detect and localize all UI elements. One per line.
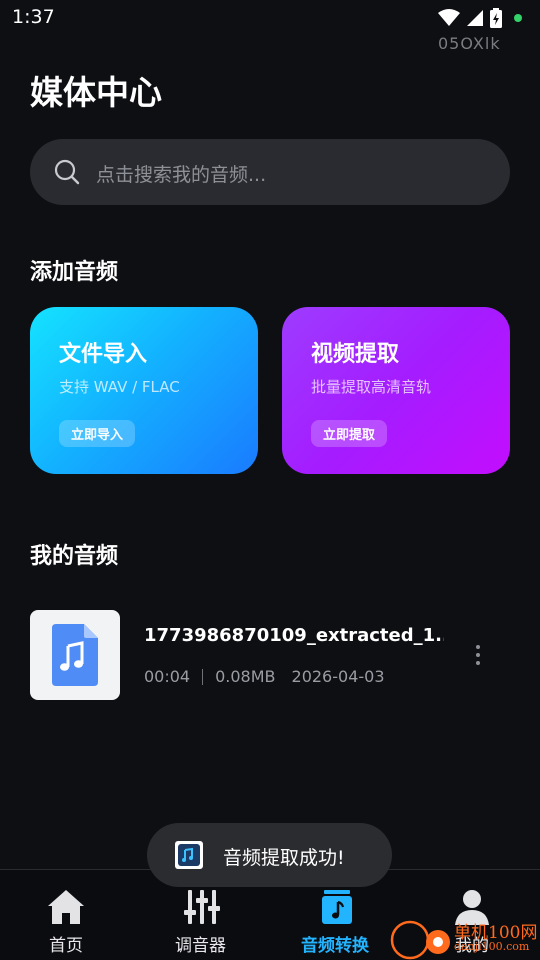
file-import-subtitle: 支持 WAV / FLAC bbox=[59, 378, 180, 396]
audio-date: 2026-04-03 bbox=[291, 667, 385, 686]
cellular-signal-icon bbox=[467, 10, 483, 26]
more-options-icon[interactable] bbox=[470, 644, 486, 666]
file-import-card[interactable]: 文件导入 支持 WAV / FLAC 立即导入 bbox=[30, 307, 258, 474]
nav-item-home[interactable]: 首页 bbox=[30, 870, 104, 960]
video-extract-subtitle: 批量提取高清音轨 bbox=[311, 378, 432, 396]
video-extract-title: 视频提取 bbox=[311, 342, 400, 367]
equalizer-icon bbox=[184, 890, 220, 924]
watermark-url: danji100.com bbox=[454, 940, 530, 953]
video-extract-card[interactable]: 视频提取 批量提取高清音轨 立即提取 bbox=[282, 307, 510, 474]
music-file-icon bbox=[52, 624, 98, 686]
search-bar[interactable]: 点击搜索我的音频... bbox=[30, 139, 510, 205]
import-now-button[interactable]: 立即导入 bbox=[59, 420, 136, 447]
privacy-indicator-dot bbox=[514, 14, 522, 22]
nav-label-tuner: 调音器 bbox=[175, 936, 226, 956]
search-placeholder[interactable]: 点击搜索我的音频... bbox=[96, 160, 266, 187]
file-import-title: 文件导入 bbox=[59, 342, 148, 367]
audio-convert-icon bbox=[322, 890, 352, 924]
page-title: 媒体中心 bbox=[30, 73, 162, 112]
meta-divider bbox=[202, 668, 204, 685]
toast-message: 音频提取成功! bbox=[223, 847, 345, 869]
audio-duration: 00:04 bbox=[144, 667, 191, 686]
audio-size: 0.08MB bbox=[215, 667, 276, 686]
add-audio-section-title: 添加音频 bbox=[30, 260, 119, 285]
audio-meta: 00:04 0.08MB 2026-04-03 bbox=[144, 667, 385, 686]
search-icon bbox=[54, 159, 80, 185]
audio-file-name: 1773986870109_extracted_1... bbox=[144, 625, 444, 646]
home-icon bbox=[48, 890, 84, 924]
status-bar: 1:37 05OXlk bbox=[0, 0, 540, 53]
nav-label-home: 首页 bbox=[49, 936, 83, 956]
audio-list-item[interactable]: 1773986870109_extracted_1... 00:04 0.08M… bbox=[30, 610, 510, 700]
nav-label-audio-convert: 音频转换 bbox=[301, 936, 369, 956]
app-logo-icon bbox=[178, 844, 200, 866]
status-time: 1:37 bbox=[12, 6, 55, 28]
status-sub-text: 05OXlk bbox=[438, 34, 501, 53]
status-icons bbox=[438, 8, 522, 28]
app-icon bbox=[175, 841, 203, 869]
audio-thumbnail bbox=[30, 610, 120, 700]
wifi-icon bbox=[438, 9, 460, 26]
my-audio-section-title: 我的音频 bbox=[30, 544, 119, 569]
success-toast: 音频提取成功! bbox=[147, 823, 392, 887]
extract-now-button[interactable]: 立即提取 bbox=[311, 420, 388, 447]
battery-icon bbox=[490, 8, 502, 28]
